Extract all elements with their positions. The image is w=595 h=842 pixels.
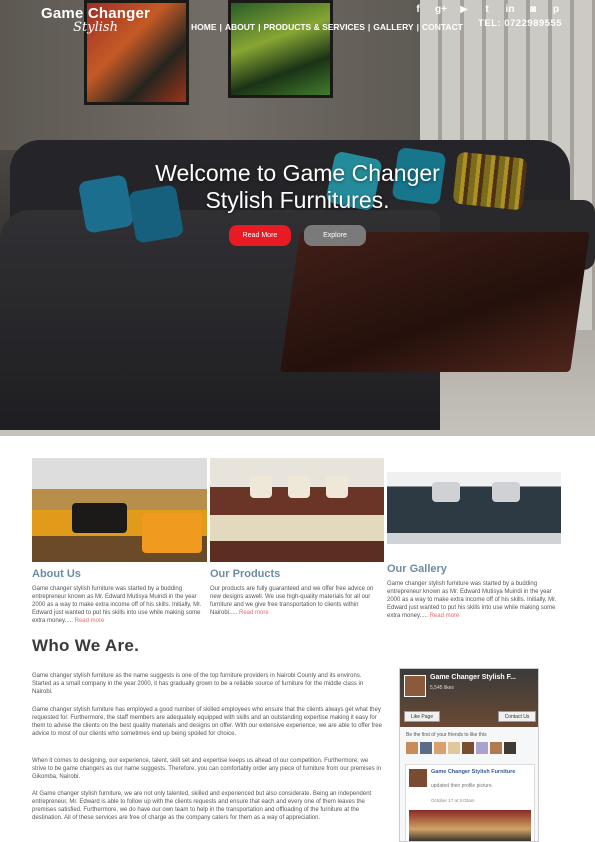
logo-line2: Stylish	[73, 20, 118, 35]
facebook-cover: Game Changer Stylish F... 5,545 likes Li…	[400, 669, 538, 727]
hero-title-line2: Stylish Furnitures.	[205, 187, 390, 213]
image-pillow	[250, 476, 272, 498]
facebook-like-count: 5,545 likes	[430, 685, 454, 691]
image-pillow	[288, 476, 310, 498]
facebook-post: Game Changer Stylish Furniture updated t…	[405, 764, 535, 841]
nav-contact[interactable]: CONTACT	[422, 22, 463, 32]
facebook-icon[interactable]: f	[412, 4, 424, 15]
facebook-friends-text: Be the first of your friends to like thi…	[406, 732, 487, 738]
image-pillow	[492, 482, 520, 502]
facebook-post-author[interactable]: Game Changer Stylish Furniture	[431, 769, 531, 776]
facebook-post-avatar[interactable]	[409, 769, 427, 787]
facebook-like-page-button[interactable]: Like Page	[404, 711, 440, 722]
friend-avatar[interactable]	[420, 742, 432, 754]
about-us-body: Game changer stylish furniture was start…	[32, 586, 202, 624]
about-us-text: Game changer stylish furniture was start…	[32, 585, 204, 625]
instagram-icon[interactable]: ◙	[527, 4, 539, 15]
who-paragraph: At Game changer stylish furniture, we ar…	[32, 791, 372, 821]
hero-title: Welcome to Game Changer Stylish Furnitur…	[0, 160, 595, 214]
site-logo[interactable]: Game Changer Stylish	[41, 5, 150, 35]
who-paragraph: When it comes to designing, our experien…	[32, 758, 382, 780]
facebook-contact-us-button[interactable]: Contact Us	[498, 711, 536, 722]
our-products-heading: Our Products	[210, 568, 281, 580]
main-nav: HOME | ABOUT | PRODUCTS & SERVICES | GAL…	[191, 22, 463, 32]
phone-number: TEL: 0722989555	[478, 18, 563, 29]
facebook-post-time[interactable]: October 17 at 5:03am	[431, 798, 475, 803]
who-we-are-heading: Who We Are.	[32, 636, 140, 655]
nav-separator: |	[416, 22, 419, 32]
twitter-icon[interactable]: t	[481, 4, 493, 15]
facebook-friend-faces	[406, 742, 516, 754]
image-table	[72, 503, 127, 533]
hero-title-line1: Welcome to Game Changer	[155, 160, 440, 186]
our-gallery-text: Game changer stylish furniture was start…	[387, 580, 561, 620]
who-paragraph: Game changer stylish furniture has emplo…	[32, 707, 382, 737]
social-links: f g+ ▶ t in ◙ p	[412, 4, 562, 15]
nav-separator: |	[367, 22, 371, 32]
about-us-image	[32, 458, 207, 562]
facebook-page-name[interactable]: Game Changer Stylish F...	[430, 674, 516, 681]
hero-overlay	[0, 0, 595, 436]
nav-home[interactable]: HOME	[191, 22, 217, 32]
image-pillow	[326, 476, 348, 498]
friend-avatar[interactable]	[448, 742, 460, 754]
nav-about[interactable]: ABOUT	[225, 22, 255, 32]
about-us-heading: About Us	[32, 568, 81, 580]
facebook-page-widget[interactable]: Game Changer Stylish F... 5,545 likes Li…	[399, 668, 539, 842]
hero-banner: Game Changer Stylish HOME | ABOUT | PROD…	[0, 0, 595, 436]
who-paragraph: Game changer stylish furniture as the na…	[32, 673, 364, 695]
friend-avatar[interactable]	[406, 742, 418, 754]
facebook-page-avatar[interactable]	[404, 675, 426, 697]
facebook-post-action: updated their profile picture.	[431, 783, 493, 789]
youtube-icon[interactable]: ▶	[458, 4, 470, 15]
our-gallery-read-more-link[interactable]: Read more	[430, 613, 460, 619]
our-gallery-body: Game changer stylish furniture was start…	[387, 581, 557, 619]
friend-avatar[interactable]	[504, 742, 516, 754]
our-gallery-heading: Our Gallery	[387, 563, 447, 575]
our-products-image	[210, 458, 384, 562]
nav-separator: |	[219, 22, 222, 32]
our-gallery-image	[387, 472, 561, 544]
friend-avatar[interactable]	[476, 742, 488, 754]
read-more-button[interactable]: Read More	[229, 225, 291, 246]
friend-avatar[interactable]	[434, 742, 446, 754]
pinterest-icon[interactable]: p	[550, 4, 562, 15]
nav-separator: |	[258, 22, 261, 32]
our-products-body: Our products are fully guaranteed and we…	[210, 586, 374, 616]
explore-button[interactable]: Explore	[304, 225, 366, 246]
image-pillow	[432, 482, 460, 502]
about-us-read-more-link[interactable]: Read more	[75, 618, 105, 624]
nav-products-services[interactable]: PRODUCTS & SERVICES	[264, 22, 365, 32]
image-cushion	[142, 513, 202, 553]
friend-avatar[interactable]	[490, 742, 502, 754]
our-products-text: Our products are fully guaranteed and we…	[210, 585, 382, 617]
google-plus-icon[interactable]: g+	[435, 4, 447, 15]
nav-gallery[interactable]: GALLERY	[373, 22, 413, 32]
facebook-post-image[interactable]	[409, 810, 531, 841]
friend-avatar[interactable]	[462, 742, 474, 754]
linkedin-icon[interactable]: in	[504, 4, 516, 15]
our-products-read-more-link[interactable]: Read more	[239, 610, 269, 616]
